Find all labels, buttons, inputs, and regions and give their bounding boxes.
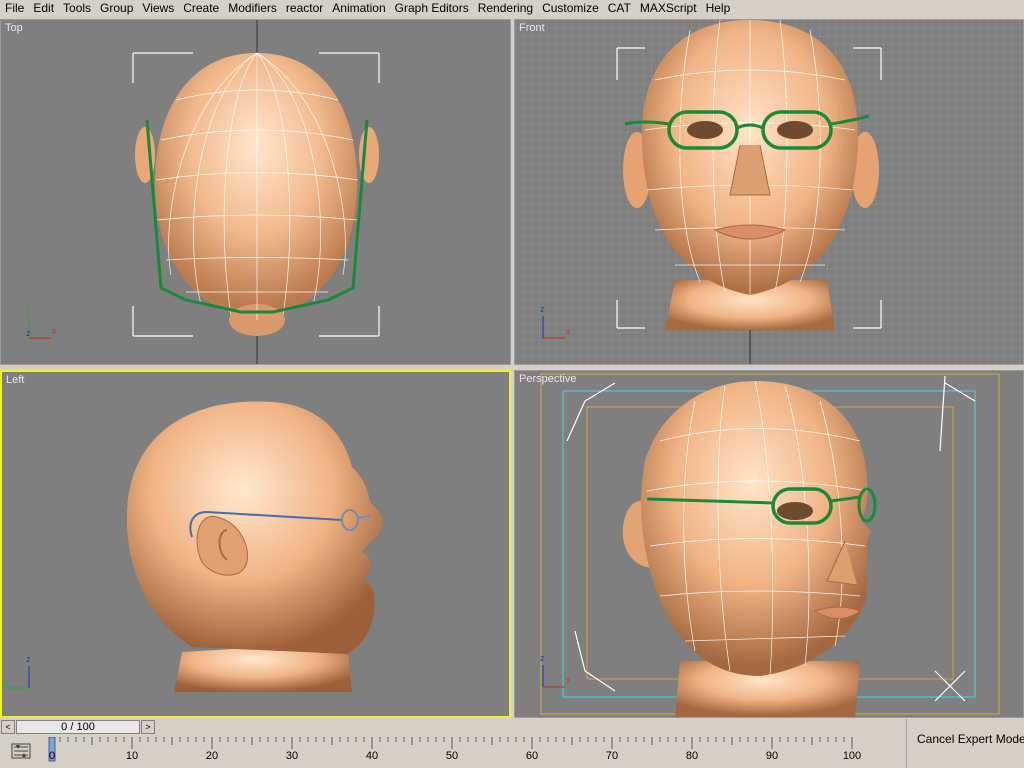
frame-ruler[interactable]: 0 10 20 30 40 50 60 70 80 90 100 bbox=[48, 737, 868, 768]
time-slider-prev-button[interactable]: < bbox=[1, 720, 15, 734]
ruler-tick-label: 10 bbox=[126, 750, 138, 762]
menu-reactor[interactable]: reactor bbox=[282, 0, 328, 17]
perspective-view-scene: x z bbox=[540, 373, 1000, 717]
menu-create[interactable]: Create bbox=[179, 0, 224, 17]
ruler-tick-label: 60 bbox=[526, 750, 538, 762]
ruler-tick-label: 70 bbox=[606, 750, 618, 762]
menu-animation[interactable]: Animation bbox=[328, 0, 390, 17]
axis-x-label-front: x bbox=[566, 326, 571, 336]
menu-modifiers[interactable]: Modifiers bbox=[224, 0, 282, 17]
viewport-top[interactable]: Top x y z bbox=[0, 19, 511, 365]
viewport-label-front[interactable]: Front bbox=[519, 22, 545, 34]
ruler-tick-label: 20 bbox=[206, 750, 218, 762]
axis-y-label-top: y bbox=[26, 304, 31, 314]
ruler-tick-label: 30 bbox=[286, 750, 298, 762]
menu-cat[interactable]: CAT bbox=[604, 0, 636, 17]
ruler-tick-label: 40 bbox=[366, 750, 378, 762]
ruler-tick-label: 100 bbox=[843, 750, 861, 762]
axis-tripod-perspective bbox=[542, 665, 565, 688]
menu-edit[interactable]: Edit bbox=[29, 0, 59, 17]
viewport-perspective[interactable]: Perspective x z bbox=[514, 370, 1024, 718]
viewport-label-left[interactable]: Left bbox=[6, 374, 24, 386]
menu-views[interactable]: Views bbox=[138, 0, 179, 17]
ruler-tick-label: 80 bbox=[686, 750, 698, 762]
viewport-left[interactable]: Left y z bbox=[0, 370, 511, 718]
menu-maxscript[interactable]: MAXScript bbox=[636, 0, 702, 17]
menu-help[interactable]: Help bbox=[702, 0, 736, 17]
viewport-label-top[interactable]: Top bbox=[5, 22, 23, 34]
viewport-front[interactable]: Front x z bbox=[514, 19, 1024, 365]
menu-bar: File Edit Tools Group Views Create Modifiers re… bbox=[0, 0, 1024, 17]
axis-z-label-left: z bbox=[26, 654, 31, 664]
front-view-scene: x z bbox=[515, 20, 1023, 364]
time-slider-next-button[interactable]: > bbox=[141, 720, 155, 734]
menu-tools[interactable]: Tools bbox=[59, 0, 96, 17]
curve-editor-icon[interactable] bbox=[11, 741, 31, 761]
axis-x-label-top: x bbox=[52, 326, 57, 336]
track-bar[interactable]: 0 10 20 30 40 50 60 70 80 90 100 bbox=[0, 737, 905, 768]
cancel-expert-mode-button[interactable]: Cancel Expert Mode bbox=[917, 732, 1024, 746]
axis-z-label-top: z bbox=[26, 328, 31, 338]
menu-graph-editors[interactable]: Graph Editors bbox=[391, 0, 474, 17]
top-view-scene: x y z bbox=[26, 20, 380, 364]
axis-y-label-left: y bbox=[4, 678, 9, 688]
expert-mode-panel: Cancel Expert Mode bbox=[906, 719, 1024, 768]
ruler-tick-label: 0 bbox=[49, 750, 55, 762]
axis-z-label-perspective: z bbox=[540, 653, 545, 663]
viewport-label-perspective[interactable]: Perspective bbox=[519, 373, 576, 385]
left-view-scene: y z bbox=[4, 401, 383, 692]
axis-z-label-front: z bbox=[540, 304, 545, 314]
menu-rendering[interactable]: Rendering bbox=[474, 0, 538, 17]
axis-tripod-top bbox=[28, 316, 51, 339]
axis-x-label-perspective: x bbox=[566, 675, 571, 685]
menu-file[interactable]: File bbox=[0, 0, 29, 17]
menu-customize[interactable]: Customize bbox=[538, 0, 604, 17]
ruler-tick-label: 50 bbox=[446, 750, 458, 762]
axis-tripod-left bbox=[7, 666, 30, 689]
time-slider[interactable]: < 0 / 100 > bbox=[0, 719, 905, 735]
time-slider-thumb[interactable]: 0 / 100 bbox=[16, 720, 140, 734]
menu-group[interactable]: Group bbox=[96, 0, 138, 17]
ruler-tick-label: 90 bbox=[766, 750, 778, 762]
